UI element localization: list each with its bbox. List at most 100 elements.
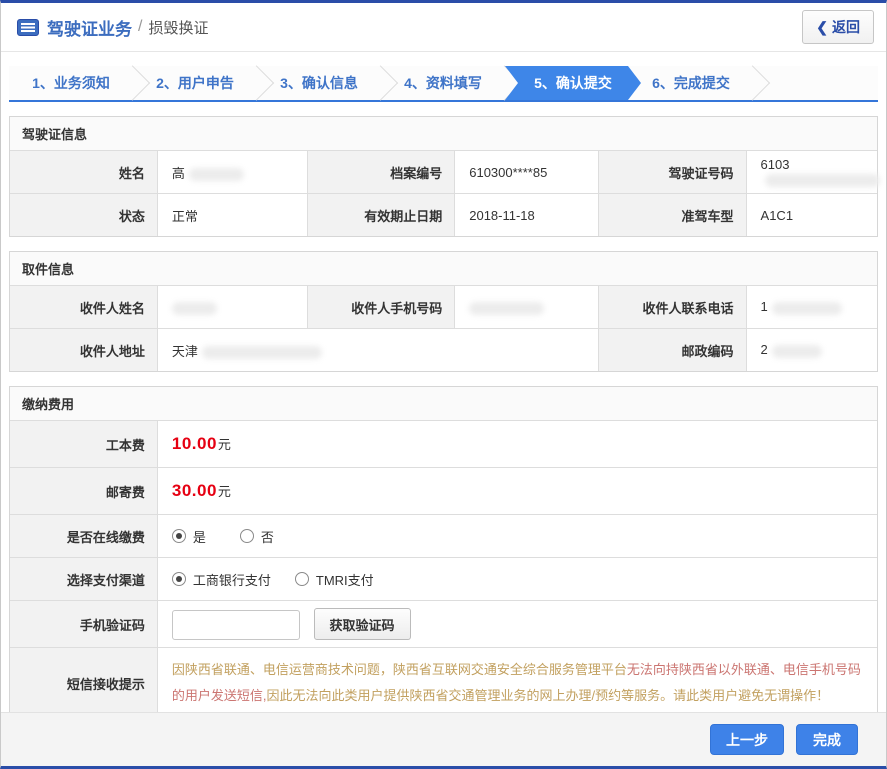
step-wizard: 1、业务须知 2、用户申告 3、确认信息 4、资料填写 5、确认提交 6、完成提… [9,65,878,102]
chevron-right-icon [734,65,771,101]
sms-notice: 因陕西省联通、电信运营商技术问题，陕西省互联网交通安全综合服务管理平台无法向持陕… [156,647,878,719]
table-row: 状态 正常 有效期止日期 2018-11-18 准驾车型 A1C1 [9,193,878,237]
masked-value [771,344,822,358]
field-value-production-fee: 10.00元 [156,420,878,468]
production-fee-amount: 10.00 [171,434,217,453]
radio-selected-icon[interactable] [171,572,186,586]
table-row: 工本费 10.00元 [9,420,878,468]
table-row: 邮寄费 30.00元 [9,467,878,515]
section-title: 驾驶证信息 [10,117,877,151]
step-label: 2、用户申告 [156,75,234,91]
field-label: 驾驶证号码 [598,150,747,194]
radio-unselected-icon[interactable] [239,529,254,543]
field-value-file-no: 610300****85 [454,150,600,194]
radio-label: TMRI支付 [315,572,374,588]
field-value-license-no: 6103 [745,150,880,194]
field-label: 邮寄费 [9,467,158,515]
step-label: 3、确认信息 [280,75,358,91]
field-label: 姓名 [9,150,158,194]
back-button-label: 返回 [832,19,860,35]
get-verification-code-button[interactable]: 获取验证码 [313,608,411,640]
field-value-name: 高 [156,150,308,194]
radio-selected-icon[interactable] [171,529,186,543]
page: 驾驶证业务 / 损毁换证 ❮ 返回 1、业务须知 2、用户申告 3、确认信息 4… [0,0,887,769]
previous-step-button[interactable]: 上一步 [710,724,784,755]
field-label: 收件人地址 [9,328,158,372]
verification-code-input[interactable] [171,610,300,640]
currency-unit: 元 [217,437,231,452]
field-label: 邮政编码 [598,328,747,372]
pickup-info-section: 取件信息 收件人姓名 收件人手机号码 收件人联系电话 1 收件人地址 天津 邮政… [9,251,878,372]
field-label: 选择支付渠道 [9,557,158,601]
field-value-vehicle-class: A1C1 [745,193,878,237]
field-label: 准驾车型 [598,193,747,237]
mailing-fee-amount: 30.00 [171,481,217,500]
step-3-confirm-info[interactable]: 3、确认信息 [257,65,399,101]
field-label: 状态 [9,193,158,237]
table-row: 姓名 高 档案编号 610300****85 驾驶证号码 6103 [9,150,880,194]
table-row: 是否在线缴费 是 否 [9,514,878,558]
radio-label: 否 [260,529,274,545]
radio-unselected-icon[interactable] [294,572,309,586]
table-row: 短信接收提示 因陕西省联通、电信运营商技术问题，陕西省互联网交通安全综合服务管理… [9,647,878,719]
field-value-recipient-name [156,285,308,329]
table-row: 手机验证码 获取验证码 [9,600,878,648]
notice-text: 因此无法向此类用户提供陕西省交通管理业务的网上办理/预约等服务。请此类用户避免无… [266,688,830,703]
step-label: 6、完成提交 [652,75,730,91]
radio-label: 工商银行支付 [192,572,271,588]
radio-label: 是 [192,529,206,545]
breadcrumb-divider: / [138,18,143,35]
masked-value [188,167,244,181]
masked-value [469,301,545,315]
radio-option-icbc[interactable]: 工商银行支付 [171,570,271,589]
masked-value [764,174,880,188]
masked-value [201,345,322,359]
masked-value [171,301,217,315]
field-value-recipient-address: 天津 [156,328,600,372]
field-label: 短信接收提示 [9,647,158,719]
finish-button[interactable]: 完成 [796,724,858,755]
currency-unit: 元 [217,484,231,499]
field-label: 档案编号 [306,150,456,194]
radio-option-no[interactable]: 否 [239,527,274,546]
step-4-fill-data[interactable]: 4、资料填写 [381,65,523,101]
step-6-complete-submit[interactable]: 6、完成提交 [629,65,771,101]
notice-text: 因陕西省联通、电信运营商技术问题，陕西省互联网交通安全综合服务管理平台 [171,662,627,677]
page-title: 驾驶证业务 [47,19,132,39]
radio-option-tmri[interactable]: TMRI支付 [294,570,374,589]
field-label: 工本费 [9,420,158,468]
header: 驾驶证业务 / 损毁换证 ❮ 返回 [1,3,886,52]
form-list-icon [17,18,39,36]
footer-action-bar: 上一步 完成 [1,712,886,766]
field-label: 收件人手机号码 [306,285,456,329]
step-5-confirm-submit[interactable]: 5、确认提交 [505,66,641,100]
step-label: 4、资料填写 [404,75,482,91]
field-value-recipient-phone: 1 [745,285,878,329]
breadcrumb-current: 损毁换证 [148,19,209,37]
table-row: 收件人姓名 收件人手机号码 收件人联系电话 1 [9,285,878,329]
license-info-section: 驾驶证信息 姓名 高 档案编号 610300****85 驾驶证号码 6103 … [9,116,880,237]
field-value-recipient-mobile [454,285,600,329]
field-label: 收件人联系电话 [598,285,747,329]
masked-value [771,301,842,315]
step-1-notice[interactable]: 1、业务须知 [9,65,151,101]
step-label: 1、业务须知 [32,75,110,91]
step-label: 5、确认提交 [534,75,612,91]
table-row: 收件人地址 天津 邮政编码 2 [9,328,878,372]
back-chevron-icon: ❮ [816,18,828,35]
radio-option-yes[interactable]: 是 [171,527,206,546]
field-label: 收件人姓名 [9,285,158,329]
field-value-mailing-fee: 30.00元 [156,467,878,515]
section-title: 取件信息 [10,252,877,286]
field-label: 有效期止日期 [306,193,456,237]
verification-row: 获取验证码 [156,600,878,648]
step-2-declaration[interactable]: 2、用户申告 [133,65,275,101]
payment-channel-options: 工商银行支付 TMRI支付 [156,557,878,601]
back-button[interactable]: ❮ 返回 [802,10,874,44]
field-value-status: 正常 [156,193,308,237]
fees-section: 缴纳费用 工本费 10.00元 邮寄费 30.00元 是否在线缴费 是 否 选择… [9,386,878,719]
field-value-postal-code: 2 [745,328,878,372]
table-row: 选择支付渠道 工商银行支付 TMRI支付 [9,557,878,601]
section-title: 缴纳费用 [10,387,877,421]
online-payment-options: 是 否 [156,514,878,558]
